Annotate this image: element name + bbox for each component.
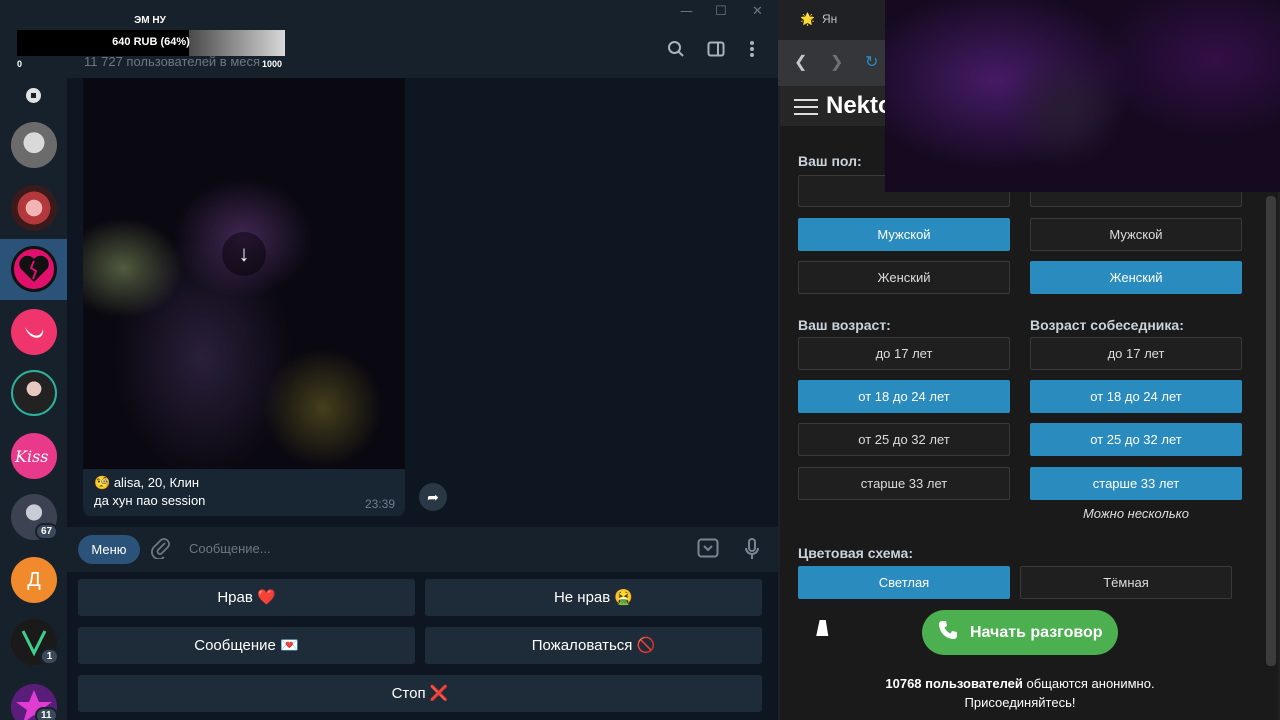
telegram-window: — ☐ ✕ 11 727 пользователей в меся ЭМ НУ … — [0, 0, 778, 720]
multi-select-note: Можно несколько — [1082, 506, 1190, 521]
forward-nav-icon[interactable]: ❯ — [830, 52, 843, 72]
start-chat-label: Начать разговор — [970, 624, 1103, 641]
message-composer: Меню Сообщение... — [67, 527, 778, 572]
online-users-suffix: общаются анонимно. — [1022, 676, 1155, 691]
face-emoji-icon: 🧐 — [94, 475, 111, 490]
online-users-text: 10768 пользователей общаются анонимно. — [780, 676, 1260, 691]
gender-mine-female[interactable]: Женский — [798, 261, 1010, 294]
chat-avatar-5[interactable] — [11, 370, 57, 416]
join-text: Присоединяйтесь! — [964, 695, 1076, 710]
forward-icon[interactable]: ➦ — [419, 483, 447, 511]
gender-partner-female[interactable]: Женский — [1030, 261, 1242, 294]
message-input[interactable]: Сообщение... — [189, 541, 271, 556]
scheme-dark-button[interactable]: Тёмная — [1020, 566, 1232, 599]
minimize-button[interactable]: — — [680, 4, 693, 19]
donation-max: 1000 — [262, 59, 283, 69]
svg-text:Kiss: Kiss — [14, 447, 49, 466]
sun-tab-icon[interactable]: 🌟 — [800, 12, 815, 26]
age-partner-18-24[interactable]: от 18 до 24 лет — [1030, 380, 1242, 413]
kiss-logo-icon: Kiss — [14, 447, 49, 466]
streamer-name: ЭМ НУ — [134, 15, 166, 26]
bot-menu-button[interactable]: Меню — [78, 535, 140, 564]
age-mine-18-24[interactable]: от 18 до 24 лет — [798, 380, 1010, 413]
donation-min: 0 — [17, 59, 23, 69]
chat-avatar-3[interactable] — [11, 246, 57, 292]
hamburger-menu-icon[interactable] — [794, 99, 818, 115]
close-button[interactable]: ✕ — [752, 4, 763, 19]
chat-avatar-2[interactable] — [11, 185, 57, 231]
site-logo[interactable]: Nekto — [826, 92, 893, 120]
message-time: 23:39 — [364, 497, 395, 511]
reload-icon[interactable]: ↻ — [865, 52, 878, 72]
donation-goal-bar: 640 RUB (64%) — [17, 30, 285, 56]
your-age-label: Ваш возраст: — [798, 317, 891, 333]
maximize-button[interactable]: ☐ — [715, 4, 727, 19]
dislike-button[interactable]: Не нрав 🤮 — [425, 579, 762, 616]
gender-mine-male[interactable]: Мужской — [798, 218, 1010, 251]
message-media-preview[interactable]: ↓ — [83, 78, 405, 469]
back-icon[interactable]: ❮ — [794, 52, 807, 72]
microphone-icon[interactable] — [740, 538, 764, 562]
chat-subscriber-count: 11 727 пользователей в меся — [84, 54, 261, 69]
lock-icon[interactable] — [26, 88, 41, 103]
age-partner-over-33[interactable]: старше 33 лет — [1030, 467, 1242, 500]
unread-badge-7: 67 — [35, 523, 59, 540]
chat-avatar-4[interactable] — [11, 309, 57, 355]
message-caption: 🧐 alisa, 20, Клин да хун пао session 23:… — [83, 469, 405, 516]
age-mine-25-32[interactable]: от 25 до 32 лет — [798, 423, 1010, 456]
phone-icon — [934, 619, 961, 646]
scheme-light-button[interactable]: Светлая — [798, 566, 1010, 599]
message-text: да хун пао session — [94, 493, 206, 508]
sidebar-toggle-icon[interactable] — [705, 40, 727, 62]
chat-avatar-6[interactable]: Kiss — [11, 433, 57, 479]
age-partner-under-17[interactable]: до 17 лет — [1030, 337, 1242, 370]
download-icon[interactable]: ↓ — [222, 232, 266, 276]
age-mine-under-17[interactable]: до 17 лет — [798, 337, 1010, 370]
browser-tab[interactable]: Ян — [822, 12, 837, 26]
broken-heart-icon — [19, 255, 49, 282]
color-scheme-label: Цветовая схема: — [798, 545, 914, 561]
chat-avatar-1[interactable] — [11, 122, 57, 168]
chat-list-rail — [0, 0, 67, 720]
age-mine-over-33[interactable]: старше 33 лет — [798, 467, 1010, 500]
more-menu-icon[interactable] — [741, 40, 763, 62]
your-gender-label: Ваш пол: — [798, 153, 862, 169]
screen: — ☐ ✕ 11 727 пользователей в меся ЭМ НУ … — [0, 0, 1280, 720]
online-users-count: 10768 пользователей — [885, 676, 1023, 691]
unread-badge-9: 1 — [40, 648, 59, 665]
search-icon[interactable] — [665, 40, 687, 62]
like-button[interactable]: Нрав ❤️ — [78, 579, 415, 616]
stop-button[interactable]: Стоп ❌ — [78, 675, 762, 712]
unread-badge-10: 11 — [35, 707, 58, 720]
donation-goal-text: 640 RUB (64%) — [112, 36, 190, 48]
report-button[interactable]: Пожаловаться 🚫 — [425, 627, 762, 664]
send-message-button[interactable]: Сообщение 💌 — [78, 627, 415, 664]
partner-age-label: Возраст собеседника: — [1030, 317, 1184, 333]
chat-avatar-8[interactable]: Д — [11, 557, 57, 603]
message-profile-line: 🧐 alisa, 20, Клин — [94, 475, 199, 491]
page-scrollbar[interactable] — [1266, 196, 1276, 666]
bot-keyboard-icon[interactable] — [696, 538, 720, 562]
webcam-overlay — [885, 0, 1280, 192]
start-chat-button[interactable]: Начать разговор — [922, 610, 1118, 655]
attach-icon[interactable] — [151, 537, 171, 564]
gender-partner-male[interactable]: Мужской — [1030, 218, 1242, 251]
age-partner-25-32[interactable]: от 25 до 32 лет — [1030, 423, 1242, 456]
message-profile-text: alisa, 20, Клин — [113, 475, 200, 490]
flame-logo-icon — [25, 327, 44, 338]
